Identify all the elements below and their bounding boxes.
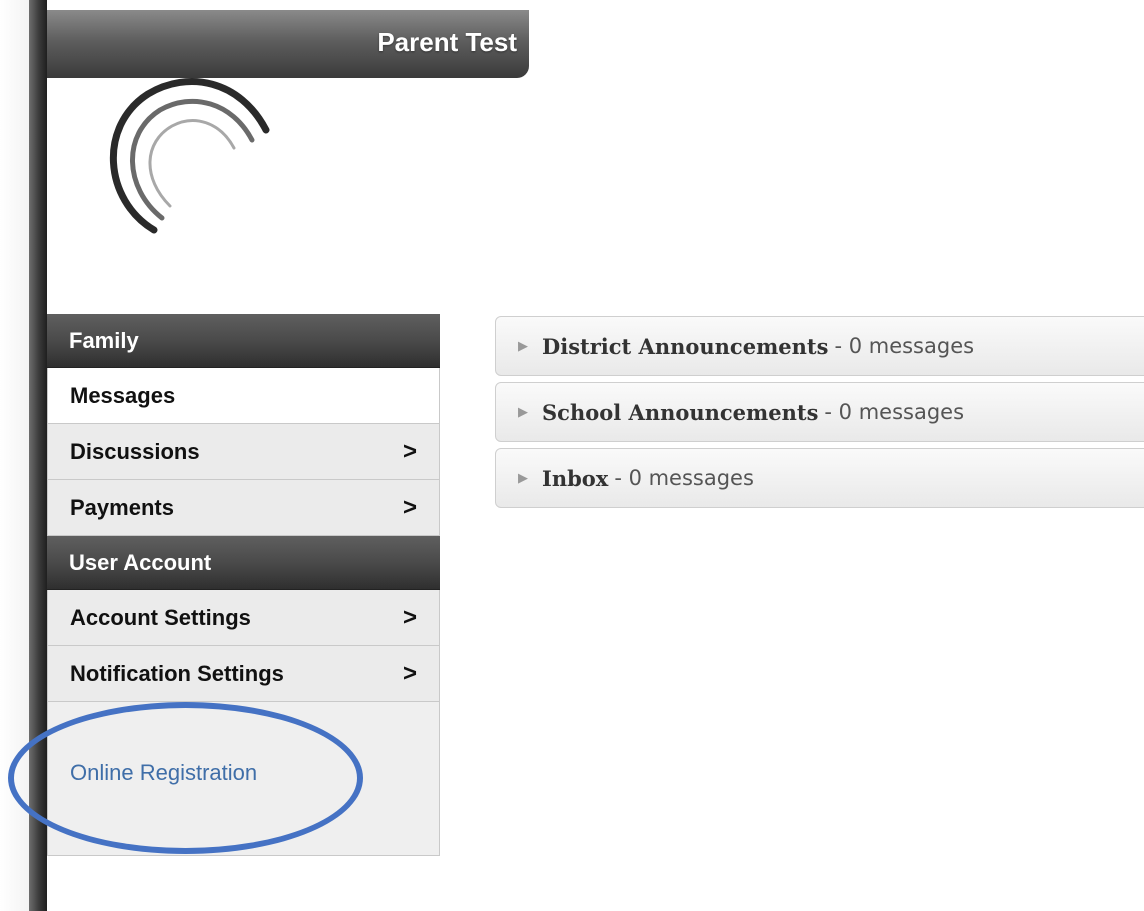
message-folder-district-announcements[interactable]: ▶ District Announcements - 0 messages [495,316,1144,376]
nav-item-label: Notification Settings [70,660,284,686]
message-folder-school-announcements[interactable]: ▶ School Announcements - 0 messages [495,382,1144,442]
nav-item-label: Payments [70,494,174,520]
nav-item-messages[interactable]: Messages [47,368,440,424]
left-edge-background [0,0,30,911]
folder-title: School Announcements [542,399,819,425]
right-triangle-icon: ▶ [518,470,528,486]
section-header-user-account: User Account [47,536,440,590]
chevron-right-icon: > [402,493,417,521]
folder-title: Inbox [542,465,609,491]
nav-item-notification-settings[interactable]: Notification Settings > [47,646,440,702]
message-count: - 0 messages [614,466,754,490]
chevron-right-icon: > [402,437,417,465]
nav-item-account-settings[interactable]: Account Settings > [47,590,440,646]
user-name: Parent Test [377,27,517,57]
left-edge-strip [29,0,47,911]
nav-item-label: Messages [70,382,176,408]
section-header-family: Family [47,314,440,368]
message-count: - 0 messages [834,334,975,358]
nav-item-discussions[interactable]: Discussions > [47,424,440,480]
nav-item-label: Account Settings [70,604,251,630]
nav-item-label: Discussions [70,438,200,464]
folder-title: District Announcements [542,333,829,359]
message-folders: ▶ District Announcements - 0 messages ▶ … [495,316,1144,514]
message-folder-inbox[interactable]: ▶ Inbox - 0 messages [495,448,1144,508]
online-registration-link[interactable]: Online Registration [70,760,257,786]
chevron-right-icon: > [402,603,417,631]
chevron-right-icon: > [402,659,417,687]
sidebar: Family Messages Discussions > Payments >… [47,314,440,856]
message-count: - 0 messages [824,400,965,424]
right-triangle-icon: ▶ [518,338,528,354]
sidebar-links-panel: Online Registration [47,702,440,856]
nav-item-payments[interactable]: Payments > [47,480,440,536]
right-triangle-icon: ▶ [518,404,528,420]
arc-logo-icon [110,78,270,234]
